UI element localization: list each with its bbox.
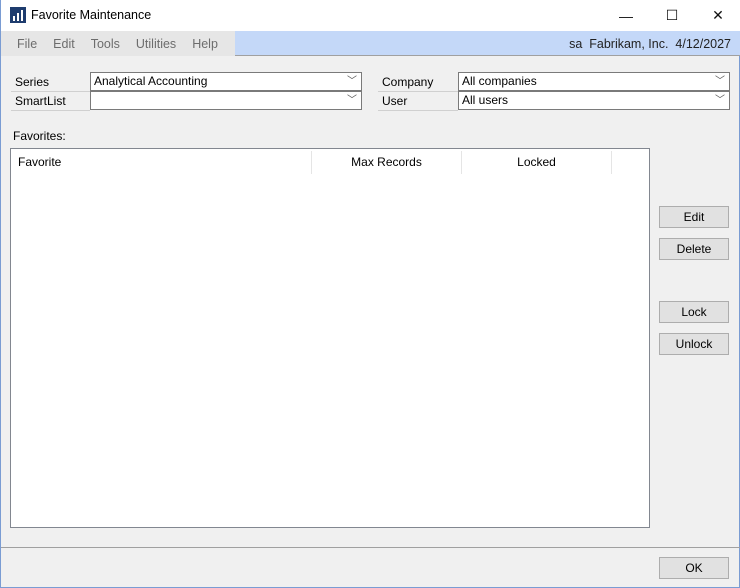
company-label: Company bbox=[378, 73, 458, 92]
menu-file[interactable]: File bbox=[9, 37, 45, 51]
smartlist-dropdown[interactable]: ﹀ bbox=[90, 91, 362, 110]
menu-utilities[interactable]: Utilities bbox=[128, 37, 184, 51]
menu-help[interactable]: Help bbox=[184, 37, 226, 51]
status-info: sa Fabrikam, Inc. 4/12/2027 bbox=[569, 37, 731, 51]
lock-button[interactable]: Lock bbox=[659, 301, 729, 323]
series-value: Analytical Accounting bbox=[94, 74, 208, 88]
close-button[interactable]: ✕ bbox=[695, 0, 740, 31]
menu-edit[interactable]: Edit bbox=[45, 37, 83, 51]
chevron-down-icon: ﹀ bbox=[715, 76, 725, 87]
status-date: 4/12/2027 bbox=[675, 37, 731, 51]
app-icon bbox=[10, 7, 26, 23]
favorites-list[interactable]: Favorite Max Records Locked bbox=[10, 148, 650, 528]
menu-tools[interactable]: Tools bbox=[83, 37, 128, 51]
user-dropdown[interactable]: All users ﹀ bbox=[458, 91, 730, 110]
maximize-button[interactable]: ☐ bbox=[649, 0, 695, 31]
column-header-locked[interactable]: Locked bbox=[462, 151, 612, 174]
favorites-label: Favorites: bbox=[13, 129, 66, 143]
company-value: All companies bbox=[462, 74, 537, 88]
series-dropdown[interactable]: Analytical Accounting ﹀ bbox=[90, 72, 362, 91]
smartlist-label: SmartList bbox=[11, 92, 90, 111]
ok-button[interactable]: OK bbox=[659, 557, 729, 579]
column-header-max-records[interactable]: Max Records bbox=[312, 151, 462, 174]
chevron-down-icon: ﹀ bbox=[347, 95, 357, 106]
unlock-button[interactable]: Unlock bbox=[659, 333, 729, 355]
user-label: User bbox=[378, 92, 458, 111]
footer-divider bbox=[1, 547, 740, 548]
status-company: Fabrikam, Inc. bbox=[589, 37, 669, 51]
status-user: sa bbox=[569, 37, 583, 51]
chevron-down-icon: ﹀ bbox=[347, 76, 357, 87]
menu-list: File Edit Tools Utilities Help bbox=[1, 31, 235, 56]
company-dropdown[interactable]: All companies ﹀ bbox=[458, 72, 730, 91]
chevron-down-icon: ﹀ bbox=[715, 95, 725, 106]
edit-button[interactable]: Edit bbox=[659, 206, 729, 228]
minimize-button[interactable]: — bbox=[603, 0, 649, 31]
user-value: All users bbox=[462, 93, 509, 107]
delete-button[interactable]: Delete bbox=[659, 238, 729, 260]
column-header-favorite[interactable]: Favorite bbox=[11, 151, 312, 174]
series-label: Series bbox=[11, 73, 90, 92]
window-title: Favorite Maintenance bbox=[31, 8, 152, 22]
